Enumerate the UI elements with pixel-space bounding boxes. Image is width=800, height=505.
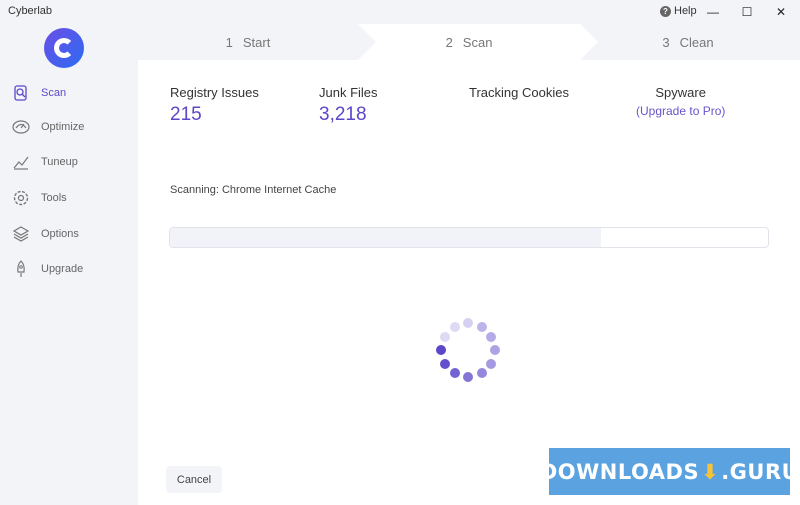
- spinner-dot: [476, 368, 487, 379]
- stat-label: Tracking Cookies: [469, 85, 569, 100]
- minimize-button[interactable]: —: [698, 0, 728, 24]
- step-start: 1 Start: [225, 34, 271, 50]
- spinner-dot: [476, 321, 487, 332]
- sidebar-item-label: Upgrade: [41, 263, 84, 275]
- scan-icon: [11, 83, 31, 103]
- sidebar: Scan Optimize Tuneup Tools Options Upgra…: [0, 24, 138, 505]
- sidebar-item-tools[interactable]: Tools: [0, 183, 138, 213]
- stat-value: 215: [170, 104, 202, 125]
- cancel-button[interactable]: Cancel: [166, 466, 222, 493]
- step-clean: 3 Clean: [662, 34, 714, 50]
- scan-progress-bar: [169, 227, 769, 248]
- layers-icon: [11, 224, 31, 244]
- gear-icon: [11, 188, 31, 208]
- spinner-dot: [486, 331, 497, 342]
- stat-label: Registry Issues: [170, 85, 259, 100]
- optimize-icon: [11, 117, 31, 137]
- sidebar-item-tuneup[interactable]: Tuneup: [0, 147, 138, 177]
- stat-junk: Junk Files 3,218: [319, 85, 378, 126]
- stat-value: 3,218: [319, 104, 367, 125]
- help-label: Help: [674, 5, 697, 17]
- sidebar-item-label: Optimize: [41, 121, 85, 133]
- sidebar-item-label: Tools: [41, 192, 67, 204]
- upgrade-link[interactable]: (Upgrade to Pro): [636, 104, 725, 118]
- spinner-dot: [463, 372, 473, 382]
- step-bar: 1 Start 2 Scan 3 Clean: [138, 24, 800, 60]
- sidebar-item-label: Scan: [41, 87, 67, 99]
- stat-label: Junk Files: [319, 85, 378, 100]
- spinner-dot: [449, 321, 460, 332]
- spinner-dot: [449, 368, 460, 379]
- help-icon: ?: [660, 5, 671, 17]
- loading-spinner: [428, 310, 508, 390]
- sidebar-item-upgrade[interactable]: Upgrade: [0, 254, 138, 284]
- watermark-logo: DOWNLOADS ⬇ .GURU: [540, 448, 799, 495]
- app-title: Cyberlab: [8, 5, 53, 17]
- tuneup-icon: [11, 152, 31, 172]
- spinner-dot: [490, 345, 500, 355]
- stat-cookies: Tracking Cookies: [469, 85, 569, 104]
- stat-registry: Registry Issues 215: [170, 85, 259, 126]
- sidebar-item-options[interactable]: Options: [0, 219, 138, 249]
- sidebar-item-optimize[interactable]: Optimize: [0, 112, 138, 142]
- rocket-icon: [11, 259, 31, 279]
- spinner-dot: [436, 345, 446, 355]
- help-button[interactable]: ? Help: [660, 5, 697, 17]
- spinner-dot: [439, 358, 450, 369]
- title-bar: Cyberlab ? Help — ☐ ✕: [0, 0, 800, 24]
- close-button[interactable]: ✕: [766, 0, 796, 24]
- progress-fill: [170, 228, 601, 247]
- spinner-dot: [439, 331, 450, 342]
- step-scan: 2 Scan: [445, 34, 493, 50]
- download-arrow-icon: ⬇: [701, 459, 720, 484]
- maximize-button[interactable]: ☐: [732, 0, 762, 24]
- main-panel: Registry Issues 215 Junk Files 3,218 Tra…: [138, 60, 800, 505]
- spinner-dot: [463, 318, 473, 328]
- stat-spyware: Spyware (Upgrade to Pro): [636, 85, 725, 118]
- spinner-dot: [486, 358, 497, 369]
- app-logo: [44, 28, 84, 68]
- stat-label: Spyware: [655, 85, 706, 100]
- sidebar-item-label: Options: [41, 228, 79, 240]
- scan-status: Scanning: Chrome Internet Cache: [170, 184, 337, 196]
- sidebar-item-label: Tuneup: [41, 156, 78, 168]
- sidebar-item-scan[interactable]: Scan: [0, 78, 138, 108]
